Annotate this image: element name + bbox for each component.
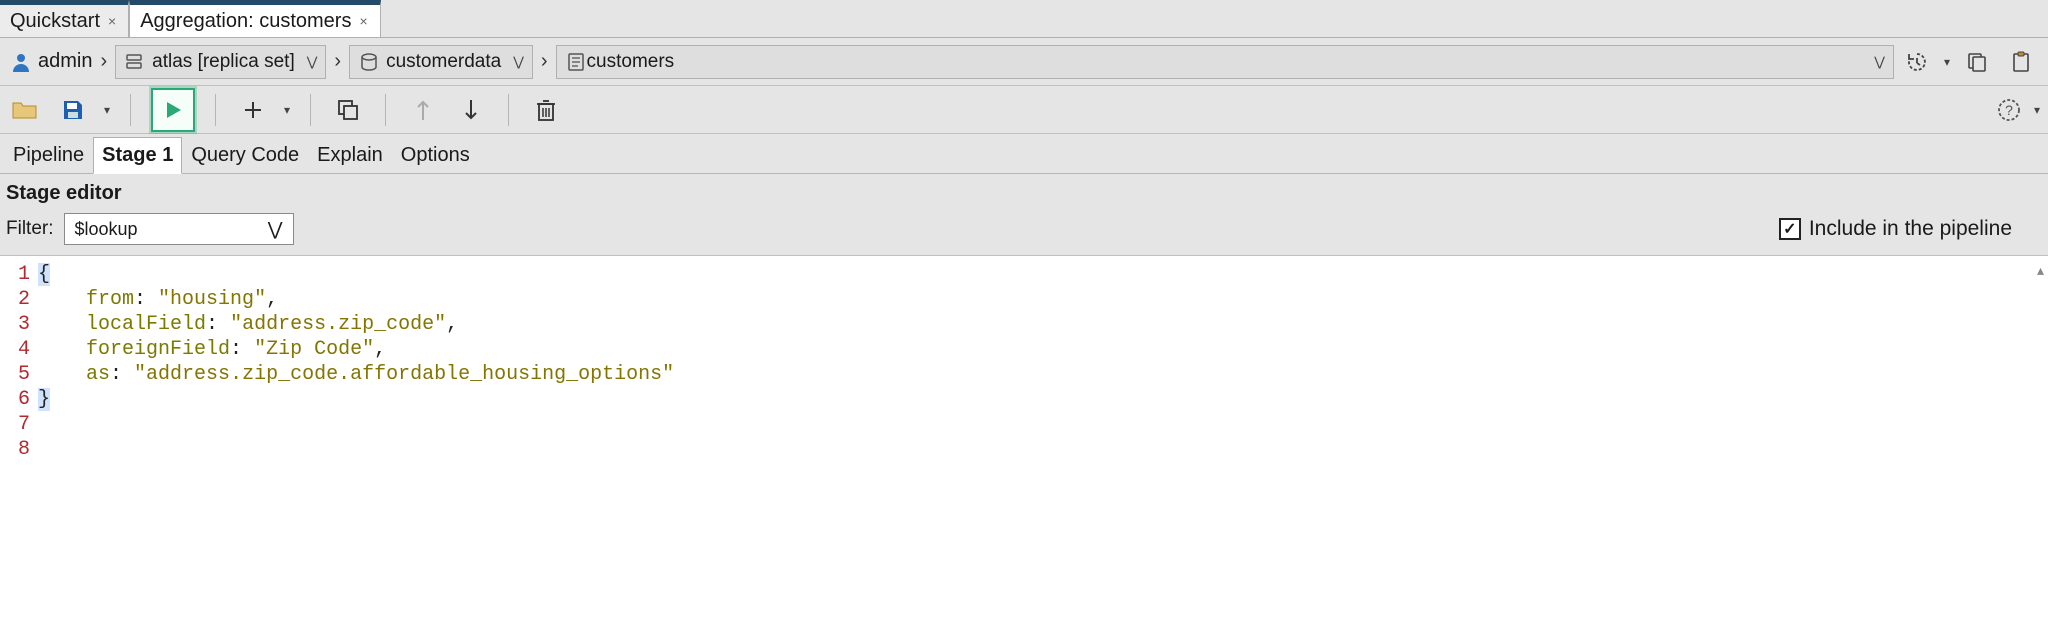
breadcrumb-database-select[interactable]: customerdata ⋁ (349, 45, 533, 79)
filter-row: Filter: $lookup ⋁ ✓ Include in the pipel… (0, 207, 2048, 256)
code-key: foreignField (86, 338, 230, 361)
chevron-down-icon[interactable]: ▾ (2034, 103, 2040, 117)
stage-editor-header: Stage editor (0, 174, 2048, 207)
tab-pipeline[interactable]: Pipeline (4, 137, 93, 173)
copy-button[interactable] (1960, 45, 1994, 79)
tab-query-code[interactable]: Query Code (182, 137, 308, 173)
tab-quickstart[interactable]: Quickstart × (0, 0, 129, 37)
code-string: "address.zip_code.affordable_housing_opt… (134, 363, 674, 386)
line-gutter: 1 2 3 4 5 6 7 8 (0, 256, 36, 618)
tab-label: Quickstart (10, 10, 100, 33)
move-down-button[interactable] (454, 93, 488, 127)
chevron-down-icon: ⋁ (1874, 54, 1885, 70)
line-number: 5 (0, 362, 30, 387)
help-button[interactable]: ? (1992, 93, 2026, 127)
include-label: Include in the pipeline (1809, 217, 2012, 241)
open-folder-button[interactable] (8, 93, 42, 127)
save-button[interactable] (56, 93, 90, 127)
history-button[interactable] (1900, 45, 1934, 79)
svg-text:?: ? (2005, 102, 2013, 118)
chevron-down-icon: ⋁ (268, 219, 283, 240)
line-number: 6 (0, 387, 30, 412)
filter-select[interactable]: $lookup ⋁ (64, 213, 294, 245)
collection-icon (565, 51, 587, 73)
code-string: "housing" (158, 288, 266, 311)
close-brace: } (38, 388, 50, 411)
cluster-label: atlas [replica set] (152, 51, 295, 73)
line-number: 8 (0, 437, 30, 462)
server-icon (124, 51, 146, 73)
chevron-down-icon[interactable]: ▾ (284, 103, 290, 117)
breadcrumb-cluster-select[interactable]: atlas [replica set] ⋁ (115, 45, 326, 79)
code-key: localField (86, 313, 206, 336)
code-key: from (86, 288, 134, 311)
filter-value: $lookup (75, 219, 138, 240)
chevron-down-icon: ⋁ (513, 54, 524, 70)
tab-label: Query Code (191, 144, 299, 166)
tab-options[interactable]: Options (392, 137, 479, 173)
filter-label: Filter: (6, 218, 54, 240)
add-button[interactable] (236, 93, 270, 127)
paste-button[interactable] (2004, 45, 2038, 79)
run-button[interactable] (151, 88, 195, 132)
close-icon[interactable]: × (108, 13, 116, 29)
move-up-button[interactable] (406, 93, 440, 127)
document-tabs: Quickstart × Aggregation: customers × (0, 0, 2048, 38)
chevron-down-icon[interactable]: ▾ (1944, 55, 1950, 69)
tab-label: Options (401, 144, 470, 166)
code-body[interactable]: { from: "housing", localField: "address.… (36, 256, 2048, 618)
user-icon (10, 51, 32, 73)
database-icon (358, 51, 380, 73)
include-checkbox[interactable]: ✓ (1779, 218, 1801, 240)
line-number: 7 (0, 412, 30, 437)
tab-explain[interactable]: Explain (308, 137, 392, 173)
user-label: admin (38, 50, 92, 73)
breadcrumb-user: admin (10, 50, 92, 73)
editor-tabs: Pipeline Stage 1 Query Code Explain Opti… (0, 134, 2048, 174)
database-label: customerdata (386, 51, 501, 73)
chevron-right-icon: › (332, 50, 343, 73)
close-icon[interactable]: × (359, 13, 367, 29)
chevron-right-icon: › (539, 50, 550, 73)
line-number: 2 (0, 287, 30, 312)
line-number: 3 (0, 312, 30, 337)
duplicate-button[interactable] (331, 93, 365, 127)
breadcrumb-collection-select[interactable]: customers ⋁ (556, 45, 1894, 79)
delete-button[interactable] (529, 93, 563, 127)
scroll-up-icon[interactable]: ▴ (2037, 262, 2044, 279)
code-key: as (86, 363, 110, 386)
tab-label: Explain (317, 144, 383, 166)
line-number: 1 (0, 262, 30, 287)
chevron-down-icon: ⋁ (307, 54, 318, 70)
chevron-right-icon: › (98, 50, 109, 73)
code-editor[interactable]: 1 2 3 4 5 6 7 8 { from: "housing", local… (0, 256, 2048, 618)
chevron-down-icon[interactable]: ▾ (104, 103, 110, 117)
toolbar: ▾ ▾ ? ▾ (0, 86, 2048, 134)
collection-label: customers (587, 51, 675, 73)
tab-aggregation-customers[interactable]: Aggregation: customers × (129, 0, 380, 37)
breadcrumb: admin › atlas [replica set] ⋁ › customer… (0, 38, 2048, 86)
code-string: "Zip Code" (254, 338, 374, 361)
code-string: "address.zip_code" (230, 313, 446, 336)
tab-stage-1[interactable]: Stage 1 (93, 137, 182, 174)
line-number: 4 (0, 337, 30, 362)
tab-label: Pipeline (13, 144, 84, 166)
tab-label: Stage 1 (102, 144, 173, 166)
open-brace: { (38, 263, 50, 286)
tab-label: Aggregation: customers (140, 10, 351, 33)
